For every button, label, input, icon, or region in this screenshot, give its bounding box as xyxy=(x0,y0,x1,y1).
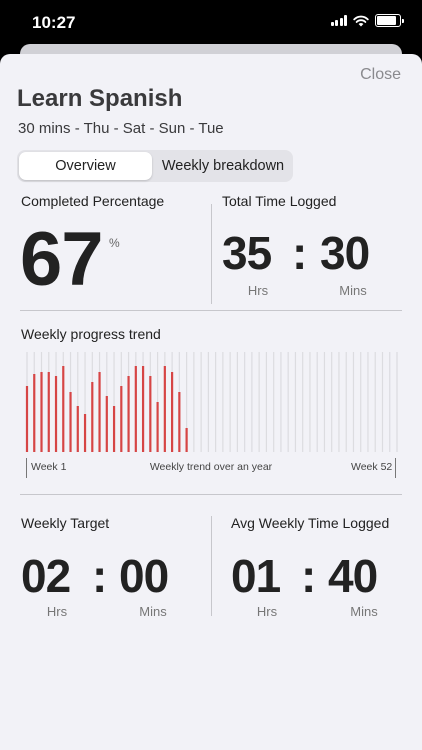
minutes-label: Mins xyxy=(139,604,167,619)
completed-percentage-label: Completed Percentage xyxy=(21,193,165,209)
stats-divider xyxy=(211,516,212,616)
status-time: 10:27 xyxy=(32,13,76,32)
stats-divider xyxy=(211,204,212,304)
page-title: Learn Spanish xyxy=(17,85,183,112)
total-time-hours: 35 xyxy=(222,227,272,279)
weekly-target-label: Weekly Target xyxy=(21,515,110,531)
habit-detail-sheet: Close Learn Spanish 30 mins - Thu - Sat … xyxy=(0,54,422,750)
signal-icon xyxy=(330,15,347,26)
avg-weekly-minutes: 40 xyxy=(328,550,378,602)
close-button[interactable]: Close xyxy=(360,66,401,84)
total-time-label: Total Time Logged xyxy=(222,193,337,209)
tab-overview[interactable]: Overview xyxy=(19,152,152,180)
completed-percentage-value: 67 xyxy=(20,217,104,302)
weekly-target-minutes: 00 xyxy=(119,550,169,602)
hours-label: Hrs xyxy=(256,604,278,619)
minutes-label: Mins xyxy=(339,283,367,298)
status-icons xyxy=(330,14,404,27)
status-bar: 10:27 xyxy=(0,0,422,44)
segmented-control: Overview Weekly breakdown xyxy=(17,150,293,182)
avg-weekly-label: Avg Weekly Time Logged xyxy=(231,515,390,531)
avg-weekly-hours: 01 xyxy=(231,550,281,602)
weekly-trend-label: Weekly progress trend xyxy=(21,326,161,342)
weekly-target-hours: 02 xyxy=(21,550,71,602)
wifi-icon xyxy=(353,15,369,26)
habit-schedule: 30 mins - Thu - Sat - Sun - Tue xyxy=(18,120,224,137)
hours-label: Hrs xyxy=(247,283,269,298)
section-divider xyxy=(20,494,402,495)
section-divider xyxy=(20,310,402,311)
time-separator: : xyxy=(292,227,307,279)
week-end-label: Week 52 xyxy=(351,461,393,473)
hours-label: Hrs xyxy=(46,604,68,619)
battery-icon xyxy=(375,14,404,27)
tab-weekly-breakdown[interactable]: Weekly breakdown xyxy=(155,152,291,180)
time-separator: : xyxy=(301,550,316,602)
time-separator: : xyxy=(92,550,107,602)
percent-unit: % xyxy=(109,236,120,250)
minutes-label: Mins xyxy=(350,604,378,619)
total-time-minutes: 30 xyxy=(320,227,370,279)
